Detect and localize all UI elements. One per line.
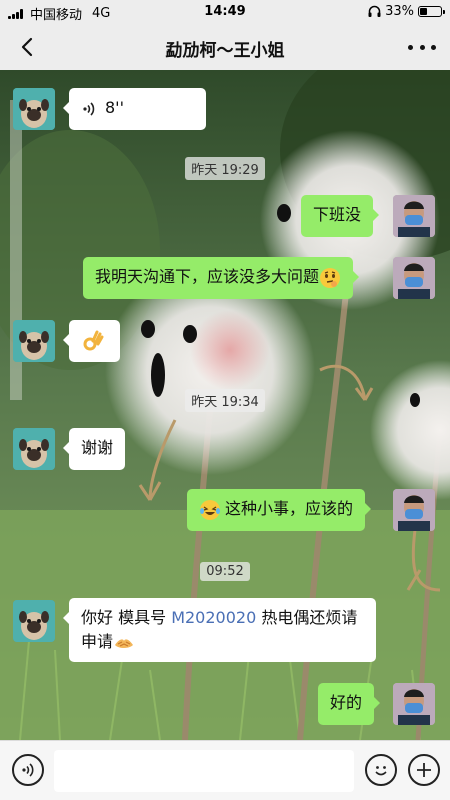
my-avatar[interactable] xyxy=(393,257,435,299)
timestamp-text: 09:52 xyxy=(200,562,250,581)
thinking-face-emoji xyxy=(320,267,341,288)
timestamp-text: 昨天 19:34 xyxy=(185,389,265,412)
timestamp: 09:52 xyxy=(0,560,450,581)
status-bar: 中国移动 4G 14:49 33% xyxy=(0,0,450,24)
timestamp: 昨天 19:34 xyxy=(0,389,450,412)
message-text: 这种小事，应该的 xyxy=(225,499,354,518)
timestamp: 昨天 19:29 xyxy=(0,157,450,180)
voice-toggle-icon[interactable] xyxy=(12,754,44,786)
status-right: 33% xyxy=(368,4,445,19)
message-text: 谢谢 xyxy=(81,438,114,457)
plus-icon[interactable] xyxy=(408,754,440,786)
contact-avatar[interactable] xyxy=(13,320,55,362)
headphones-icon xyxy=(368,5,381,17)
my-message-bubble[interactable]: 好的 xyxy=(318,683,381,725)
message-text: 下班没 xyxy=(313,205,362,224)
nav-bar: 勐劢柯～王小姐 xyxy=(0,24,450,70)
contact-avatar[interactable] xyxy=(13,88,55,130)
emoji-message-bubble[interactable] xyxy=(63,320,120,362)
my-avatar[interactable] xyxy=(393,683,435,725)
emoji-icon[interactable] xyxy=(365,754,397,786)
chevron-left-icon[interactable] xyxy=(12,32,42,62)
my-message-bubble[interactable]: 我明天沟通下，应该没多大问题 xyxy=(83,257,360,299)
contact-message-bubble[interactable]: 谢谢 xyxy=(62,428,126,470)
chat-title: 勐劢柯～王小姐 xyxy=(165,41,285,61)
my-message-bubble[interactable]: 这种小事，应该的 xyxy=(187,489,372,531)
timestamp-text: 昨天 19:29 xyxy=(185,157,265,180)
ok-hand-emoji xyxy=(83,330,104,350)
message-text: 你好 模具号 xyxy=(81,608,172,627)
chat-area[interactable]: 8'' 昨天 19:29 下班没 我明天沟通下，应该没多大问题 昨天 19:34… xyxy=(0,70,450,740)
voice-message-bubble[interactable]: 8'' xyxy=(63,88,206,130)
message-input[interactable] xyxy=(54,750,354,792)
battery-percent: 33% xyxy=(385,4,414,19)
contact-avatar[interactable] xyxy=(13,428,55,470)
folded-hands-emoji xyxy=(115,638,134,648)
tears-of-joy-emoji xyxy=(200,499,220,520)
message-text: 好的 xyxy=(330,693,363,712)
my-avatar[interactable] xyxy=(393,489,435,531)
contact-message-bubble[interactable]: 你好 模具号 M2020020 热电偶还烦请申请 xyxy=(63,598,376,662)
contact-avatar[interactable] xyxy=(13,600,55,642)
voice-duration: 8'' xyxy=(105,98,124,117)
more-icon[interactable] xyxy=(408,34,436,60)
voice-wave-icon xyxy=(83,101,95,116)
mold-number-link[interactable]: M2020020 xyxy=(171,608,256,627)
message-text: 我明天沟通下，应该没多大问题 xyxy=(95,267,320,286)
my-avatar[interactable] xyxy=(393,195,435,237)
input-bar xyxy=(0,740,450,800)
my-message-bubble[interactable]: 下班没 xyxy=(301,195,380,237)
battery-icon xyxy=(418,6,445,17)
